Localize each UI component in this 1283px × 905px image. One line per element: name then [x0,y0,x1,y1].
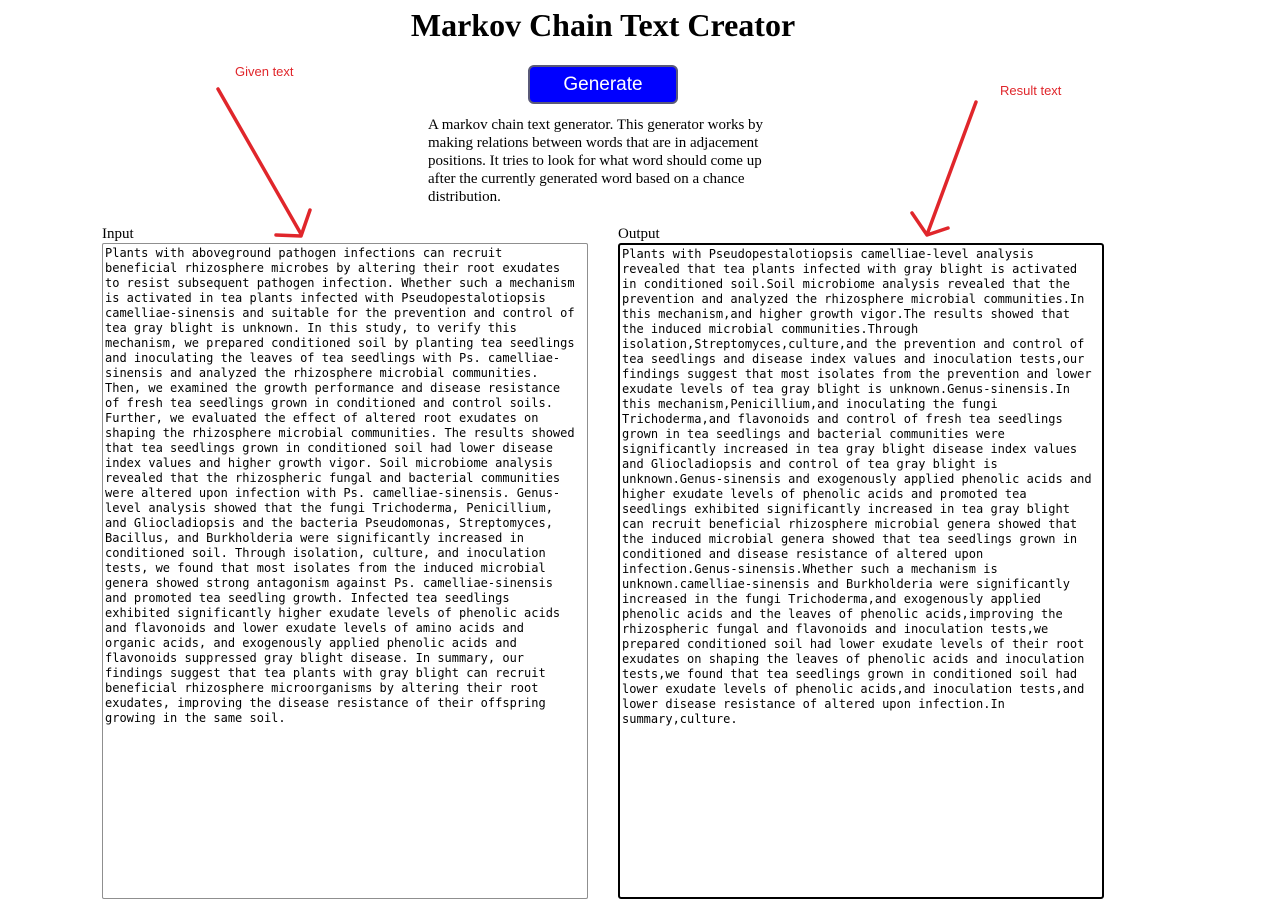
output-label: Output [618,226,660,242]
result-text-annotation: Result text [1000,83,1062,98]
generate-button[interactable]: Generate [528,65,678,104]
given-text-arrow-icon [216,87,312,238]
result-text-arrow-icon [910,100,978,237]
output-textarea[interactable]: Plants with Pseudopestalotiopsis camelli… [618,243,1104,899]
page-title: Markov Chain Text Creator [410,7,796,43]
description-text: A markov chain text generator. This gene… [428,117,764,205]
input-textarea[interactable]: Plants with aboveground pathogen infecti… [102,243,588,899]
given-text-annotation: Given text [235,64,294,79]
input-label: Input [102,226,134,242]
